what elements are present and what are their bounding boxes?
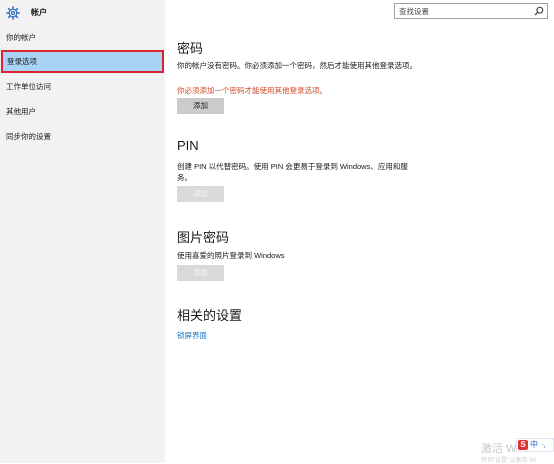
picture-password-title: 图片密码 (177, 230, 230, 245)
password-title: 密码 (177, 41, 204, 56)
add-pin-button[interactable]: 添加 (177, 186, 224, 202)
pin-title: PIN (177, 138, 199, 153)
sidebar-item-sync-settings[interactable]: 同步你的设置 (0, 125, 165, 148)
add-password-button[interactable]: 添加 (177, 98, 224, 114)
activation-watermark: 激活 Wi (481, 443, 519, 455)
search-input[interactable] (399, 5, 529, 17)
ime-mode-label[interactable]: 中 (530, 440, 538, 450)
lock-screen-link[interactable]: 锁屏界面 (177, 330, 207, 341)
gear-icon[interactable] (6, 6, 20, 20)
sidebar-item-work-access[interactable]: 工作单位访问 (0, 75, 165, 98)
sidebar-item-your-account[interactable]: 你的帐户 (0, 26, 165, 49)
add-picture-password-button[interactable]: 添加 (177, 265, 224, 281)
password-warning: 你必须添加一个密码才能使用其他登录选项。 (177, 86, 327, 95)
picture-password-description: 使用喜爱的照片登录到 Windows (177, 251, 285, 260)
search-icon[interactable] (534, 6, 544, 16)
ime-toolbar[interactable]: S 中 ·, (516, 438, 554, 452)
pin-description: 创建 PIN 以代替密码。使用 PIN 会更易于登录到 Windows、应用和服… (177, 162, 408, 182)
sidebar-item-other-users[interactable]: 其他用户 (0, 100, 165, 123)
sidebar-item-sign-in-options[interactable]: 登录选项 (1, 50, 164, 73)
sidebar: 帐户 你的帐户 登录选项 工作单位访问 其他用户 同步你的设置 (0, 0, 165, 463)
ime-punctuation-icon[interactable]: ·, (541, 440, 546, 450)
search-box[interactable] (394, 3, 548, 19)
related-settings-title: 相关的设置 (177, 308, 243, 323)
app-title: 帐户 (31, 8, 47, 17)
app-header: 帐户 (0, 0, 165, 26)
password-description: 你的帐户没有密码。你必须添加一个密码，然后才能使用其他登录选项。 (177, 61, 417, 70)
sogou-logo-icon: S (518, 440, 528, 450)
